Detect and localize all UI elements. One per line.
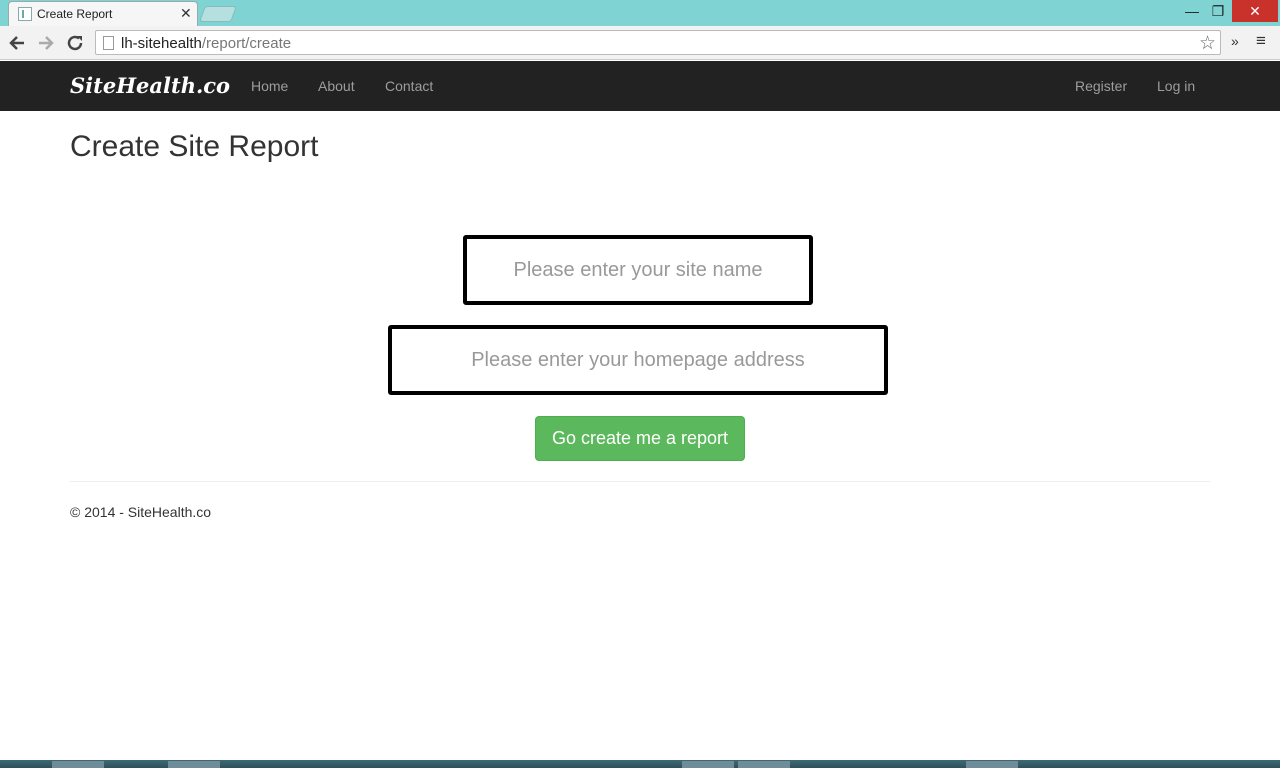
new-tab-button[interactable] xyxy=(199,6,237,22)
tab-close-icon[interactable]: ✕ xyxy=(180,5,192,22)
os-taskbar xyxy=(0,760,1280,768)
url-path: /report/create xyxy=(201,35,292,52)
create-report-button[interactable]: Go create me a report xyxy=(535,416,745,461)
tab-title: Create Report xyxy=(37,7,113,21)
taskbar-item[interactable] xyxy=(682,761,734,768)
url-host: lh-sitehealth xyxy=(121,35,202,52)
taskbar-item[interactable] xyxy=(738,761,790,768)
page-title: Create Site Report xyxy=(70,130,319,163)
nav-link-home[interactable]: Home xyxy=(251,78,288,94)
bookmark-star-icon[interactable]: ☆ xyxy=(1199,32,1216,55)
taskbar-item[interactable] xyxy=(966,761,1018,768)
taskbar-item[interactable] xyxy=(52,761,104,768)
nav-link-contact[interactable]: Contact xyxy=(385,78,433,94)
minimize-window-button[interactable]: — xyxy=(1180,0,1204,22)
extensions-overflow-icon[interactable]: » xyxy=(1231,33,1239,49)
nav-link-register[interactable]: Register xyxy=(1075,78,1127,94)
page-icon xyxy=(103,36,114,50)
browser-title-bar: Create Report ✕ — ❐ ✕ xyxy=(0,0,1280,26)
reload-icon[interactable] xyxy=(64,32,86,54)
close-window-button[interactable]: ✕ xyxy=(1232,0,1278,22)
homepage-address-input[interactable] xyxy=(388,325,888,395)
taskbar-item[interactable] xyxy=(168,761,220,768)
footer-copyright: © 2014 - SiteHealth.co xyxy=(70,504,212,520)
back-arrow-icon[interactable] xyxy=(6,32,28,54)
browser-toolbar: lh-sitehealth/report/create ☆ » ≡ xyxy=(0,26,1280,60)
browser-menu-icon[interactable]: ≡ xyxy=(1256,31,1266,51)
forward-arrow-icon[interactable] xyxy=(35,32,57,54)
footer-divider xyxy=(70,481,1210,482)
restore-window-button[interactable]: ❐ xyxy=(1206,0,1230,22)
site-name-input[interactable] xyxy=(463,235,813,305)
site-navbar: SiteHealth.co Home About Contact Registe… xyxy=(0,61,1280,111)
nav-link-login[interactable]: Log in xyxy=(1157,78,1195,94)
brand-logo[interactable]: SiteHealth.co xyxy=(70,73,230,98)
address-bar[interactable]: lh-sitehealth/report/create ☆ xyxy=(95,30,1221,55)
nav-link-about[interactable]: About xyxy=(318,78,355,94)
page-favicon-icon xyxy=(18,7,32,21)
browser-tab-active[interactable]: Create Report ✕ xyxy=(8,1,198,26)
url-text: lh-sitehealth/report/create xyxy=(121,35,291,52)
